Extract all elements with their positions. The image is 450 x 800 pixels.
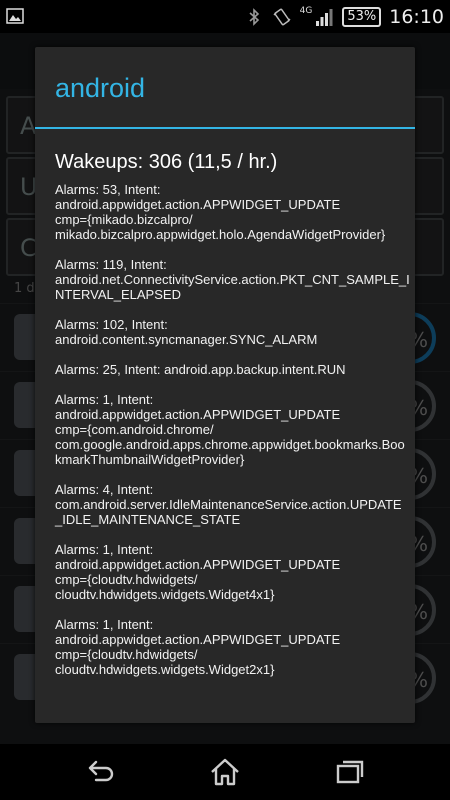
bluetooth-icon [249,7,259,26]
home-icon[interactable] [209,756,241,788]
gallery-icon [6,8,24,24]
navigation-bar [0,744,450,800]
title-divider [35,127,415,129]
alarm-entry: Alarms: 25, Intent: android.app.backup.i… [55,362,346,377]
wakeups-heading: Wakeups: 306 (11,5 / hr.) [55,151,278,173]
alarm-entry: Alarms: 53, Intent: android.appwidget.act… [55,182,386,242]
vibrate-icon [273,8,291,25]
recent-apps-icon[interactable] [334,756,366,788]
alarm-entry: Alarms: 4, Intent: com.android.server.Idl… [55,482,402,527]
alarm-entry: Alarms: 1, Intent: android.appwidget.acti… [55,392,405,467]
battery-icon: 53% [342,6,382,27]
alarm-entry: Alarms: 1, Intent: android.appwidget.acti… [55,542,341,602]
clock: 16:10 [389,5,444,28]
alarm-entry: Alarms: 119, Intent: android.net.Connecti… [55,257,410,302]
alarm-entry: Alarms: 102, Intent: android.content.sync… [55,317,318,347]
signal-icon [316,8,333,26]
dialog-body[interactable]: Wakeups: 306 (11,5 / hr.) Alarms: 53, In… [55,151,410,692]
network-type: 4G [299,5,313,16]
dialog-header: android [35,47,415,129]
back-icon[interactable] [84,756,116,788]
wakeups-dialog: android Wakeups: 306 (11,5 / hr.) Alarms… [35,47,415,723]
status-bar: 4G 53% 16:10 [0,0,450,33]
alarm-entry: Alarms: 1, Intent: android.appwidget.acti… [55,617,341,677]
dialog-title: android [55,73,146,103]
